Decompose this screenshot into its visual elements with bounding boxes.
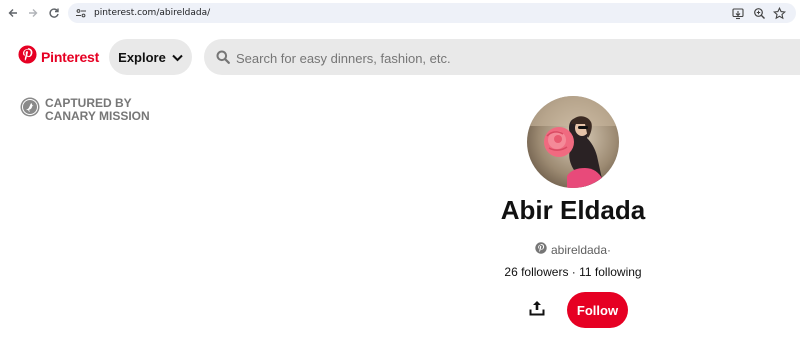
share-icon	[529, 300, 545, 321]
follow-stats[interactable]: 26 followers · 11 following	[440, 265, 706, 279]
search-icon	[216, 50, 230, 69]
reload-icon[interactable]	[45, 4, 63, 22]
explore-label: Explore	[118, 49, 166, 65]
profile-avatar	[527, 96, 619, 188]
site-settings-icon[interactable]	[74, 6, 88, 20]
watermark-line-2: CANARY MISSION	[45, 109, 150, 123]
pinterest-logo[interactable]: Pinterest	[18, 45, 99, 69]
install-app-icon[interactable]	[731, 6, 745, 20]
username-row: abireldada ·	[440, 242, 706, 257]
username-separator: ·	[607, 242, 612, 257]
site-header: Pinterest Explore	[0, 34, 800, 80]
search-bar[interactable]	[204, 39, 800, 77]
search-input[interactable]	[234, 39, 638, 77]
captured-by-watermark: CAPTURED BY CANARY MISSION	[20, 97, 150, 123]
username[interactable]: abireldada	[551, 243, 607, 257]
pinterest-logo-text: Pinterest	[41, 49, 100, 65]
star-icon[interactable]	[772, 6, 786, 20]
url-text[interactable]: pinterest.com/abireldada/	[94, 3, 210, 23]
chevron-down-icon	[172, 50, 183, 65]
back-arrow-icon[interactable]	[4, 4, 22, 22]
canary-mission-icon	[20, 97, 40, 122]
share-button[interactable]	[523, 296, 551, 324]
forward-arrow-icon[interactable]	[24, 4, 42, 22]
address-bar[interactable]: pinterest.com/abireldada/	[68, 3, 796, 23]
pinterest-small-icon	[535, 242, 547, 257]
zoom-icon[interactable]	[752, 6, 766, 20]
browser-toolbar: pinterest.com/abireldada/	[0, 0, 800, 26]
explore-button[interactable]: Explore	[109, 39, 192, 75]
follow-button[interactable]: Follow	[567, 292, 628, 328]
pinterest-logo-icon	[18, 45, 37, 69]
profile-name: Abir Eldada	[500, 195, 646, 225]
